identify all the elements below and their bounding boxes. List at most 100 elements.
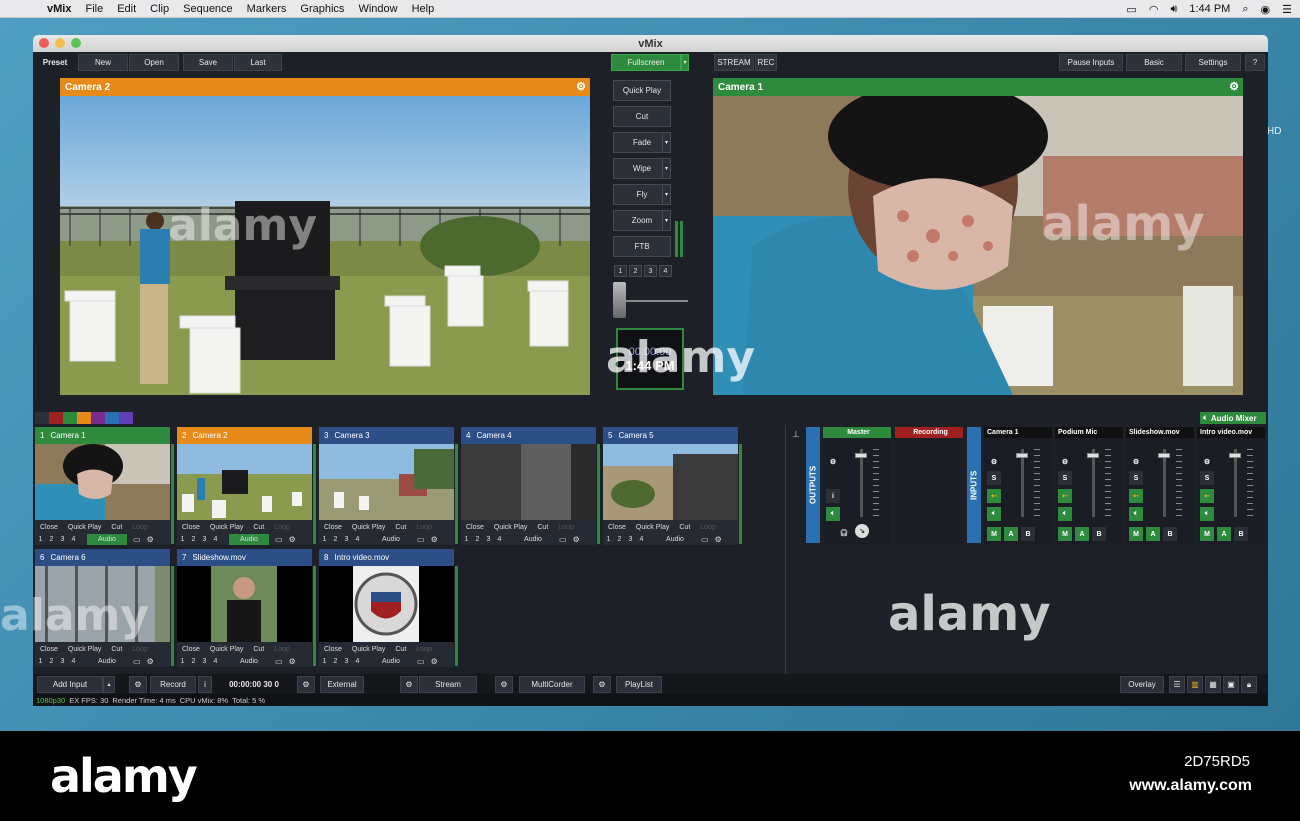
gear-icon[interactable]: ⚙ [431,657,438,666]
input-header[interactable]: 3 Camera 3 [319,427,454,444]
monitor-icon[interactable]: ▭ [417,535,425,544]
close-button[interactable]: Close [177,524,205,531]
bus-a-button[interactable]: A [1146,527,1160,541]
overlay-2-button[interactable]: 2 [188,536,199,543]
basic-button[interactable]: Basic [1126,54,1182,71]
help-button[interactable]: ? [1245,54,1265,71]
cut-button[interactable]: Cut [390,524,411,531]
volume-fader[interactable] [1016,453,1028,458]
audio-button[interactable]: Audio [87,533,127,545]
gear-icon[interactable]: ⚙ [289,535,296,544]
input-thumbnail[interactable] [603,444,738,520]
close-button[interactable]: Close [177,646,205,653]
speaker-icon[interactable]: 🔈︎ [1129,507,1143,521]
headphones-icon[interactable]: 🎧︎ [837,526,851,540]
minimize-window-button[interactable] [55,38,65,48]
master-fader[interactable] [855,453,867,458]
speaker-icon[interactable]: 🔈︎ [1200,507,1214,521]
bus-b-button[interactable]: B [1021,527,1035,541]
overlay-1-button[interactable]: 1 [35,658,46,665]
cut-button[interactable]: Cut [248,646,269,653]
gear-icon[interactable]: ⚙ [715,535,722,544]
cut-button[interactable]: Cut [613,106,671,127]
bus-b-button[interactable]: B [1092,527,1106,541]
gear-icon[interactable]: ⚙ [1058,455,1072,469]
gear-icon[interactable]: ⚙ [147,657,154,666]
input-header[interactable]: 6 Camera 6 [35,549,170,566]
record-button[interactable]: Record [150,676,196,693]
fullscreen-dropdown-icon[interactable]: ▾ [681,54,689,71]
gear-icon[interactable]: ⚙ [576,80,586,93]
volume-fader[interactable] [1087,453,1099,458]
bus-a-button[interactable]: A [1217,527,1231,541]
siri-icon[interactable]: ◉ [1261,3,1271,16]
grid-view-icon[interactable]: ▦ [1205,676,1221,693]
overlay-1-button[interactable]: 1 [461,536,472,543]
transition-3-button[interactable]: 3 [644,265,657,277]
input-header[interactable]: 5 Camera 5 [603,427,738,444]
color-swatch[interactable] [91,412,105,424]
input-tile-1[interactable]: 1 Camera 1 Close Quick Play Cut Loop 1 2 3 4 Audio… [35,427,170,545]
menu-markers[interactable]: Markers [240,3,294,15]
gear-icon[interactable]: ⚙ [826,455,840,469]
color-swatch[interactable] [63,412,77,424]
transition-1-button[interactable]: 1 [614,265,627,277]
solo-button[interactable]: S [1200,471,1214,485]
arrow-left-icon[interactable]: ⇠ [1200,489,1214,503]
bus-m-button[interactable]: M [1129,527,1143,541]
color-swatch[interactable] [49,412,63,424]
list-view-icon[interactable]: ☰ [1169,676,1185,693]
overlay-4-button[interactable]: 4 [210,536,221,543]
loop-button[interactable]: Loop [127,524,153,531]
menu-edit[interactable]: Edit [110,3,143,15]
input-tile-8[interactable]: 8 Intro video.mov Close Quick Play Cut Loop 1 2… [319,549,454,667]
monitor-icon[interactable]: ▭ [133,535,141,544]
cut-button[interactable]: Cut [532,524,553,531]
input-thumbnail[interactable] [319,444,454,520]
input-thumbnail[interactable] [177,444,312,520]
camera-icon[interactable]: ▣ [1223,676,1239,693]
monitor-icon[interactable]: ▭ [133,657,141,666]
input-tile-3[interactable]: 3 Camera 3 Close Quick Play Cut Loop 1 2 3 4 Audio… [319,427,454,545]
bar-chart-icon[interactable]: ▥ [1187,676,1203,693]
stream-button[interactable]: STREAM [714,54,754,71]
menu-graphics[interactable]: Graphics [293,3,351,15]
input-header[interactable]: 4 Camera 4 [461,427,596,444]
loop-button[interactable]: Loop [695,524,721,531]
close-button[interactable]: Close [35,646,63,653]
speaker-icon[interactable]: 🔈︎ [987,507,1001,521]
stream-button[interactable]: Stream [419,676,477,693]
arrow-left-icon[interactable]: ⇠ [1058,489,1072,503]
gear-icon[interactable]: ⚙ [987,455,1001,469]
overlay-2-button[interactable]: 2 [46,536,57,543]
transition-4-button[interactable]: 4 [659,265,672,277]
solo-button[interactable]: S [1129,471,1143,485]
clock-time[interactable]: 1:44 PM [1189,3,1230,15]
loop-button[interactable]: Loop [411,646,437,653]
close-window-button[interactable] [39,38,49,48]
cut-button[interactable]: Cut [106,646,127,653]
input-thumbnail[interactable] [461,444,596,520]
external-button[interactable]: External [320,676,364,693]
record-info-button[interactable]: i [198,676,212,693]
input-header[interactable]: 8 Intro video.mov [319,549,454,566]
audio-button[interactable]: Audio [371,534,411,545]
pause-inputs-button[interactable]: Pause Inputs [1059,54,1123,71]
spotlight-icon[interactable]: ⌕ [1242,3,1248,16]
solo-button[interactable]: S [987,471,1001,485]
input-tile-7[interactable]: 7 Slideshow.mov Close Quick Play Cut Loop 1 2 3 4… [177,549,312,667]
pin-icon[interactable]: ⊥ [792,429,800,440]
gear-icon[interactable]: ⚙ [289,657,296,666]
cut-button[interactable]: Cut [248,524,269,531]
gear-icon[interactable]: ⚙ [431,535,438,544]
quick-play-button[interactable]: Quick Play [489,524,532,531]
overlay-1-button[interactable]: 1 [319,536,330,543]
solo-button[interactable]: S [1058,471,1072,485]
gear-icon[interactable]: ⚙ [593,676,611,693]
overlay-2-button[interactable]: 2 [472,536,483,543]
volume-icon[interactable]: 🔊︎ [1170,3,1177,16]
color-swatch[interactable] [119,412,133,424]
gear-icon[interactable]: ⚙ [573,535,580,544]
quick-play-button[interactable]: Quick Play [347,646,390,653]
overlay-4-button[interactable]: 4 [352,536,363,543]
